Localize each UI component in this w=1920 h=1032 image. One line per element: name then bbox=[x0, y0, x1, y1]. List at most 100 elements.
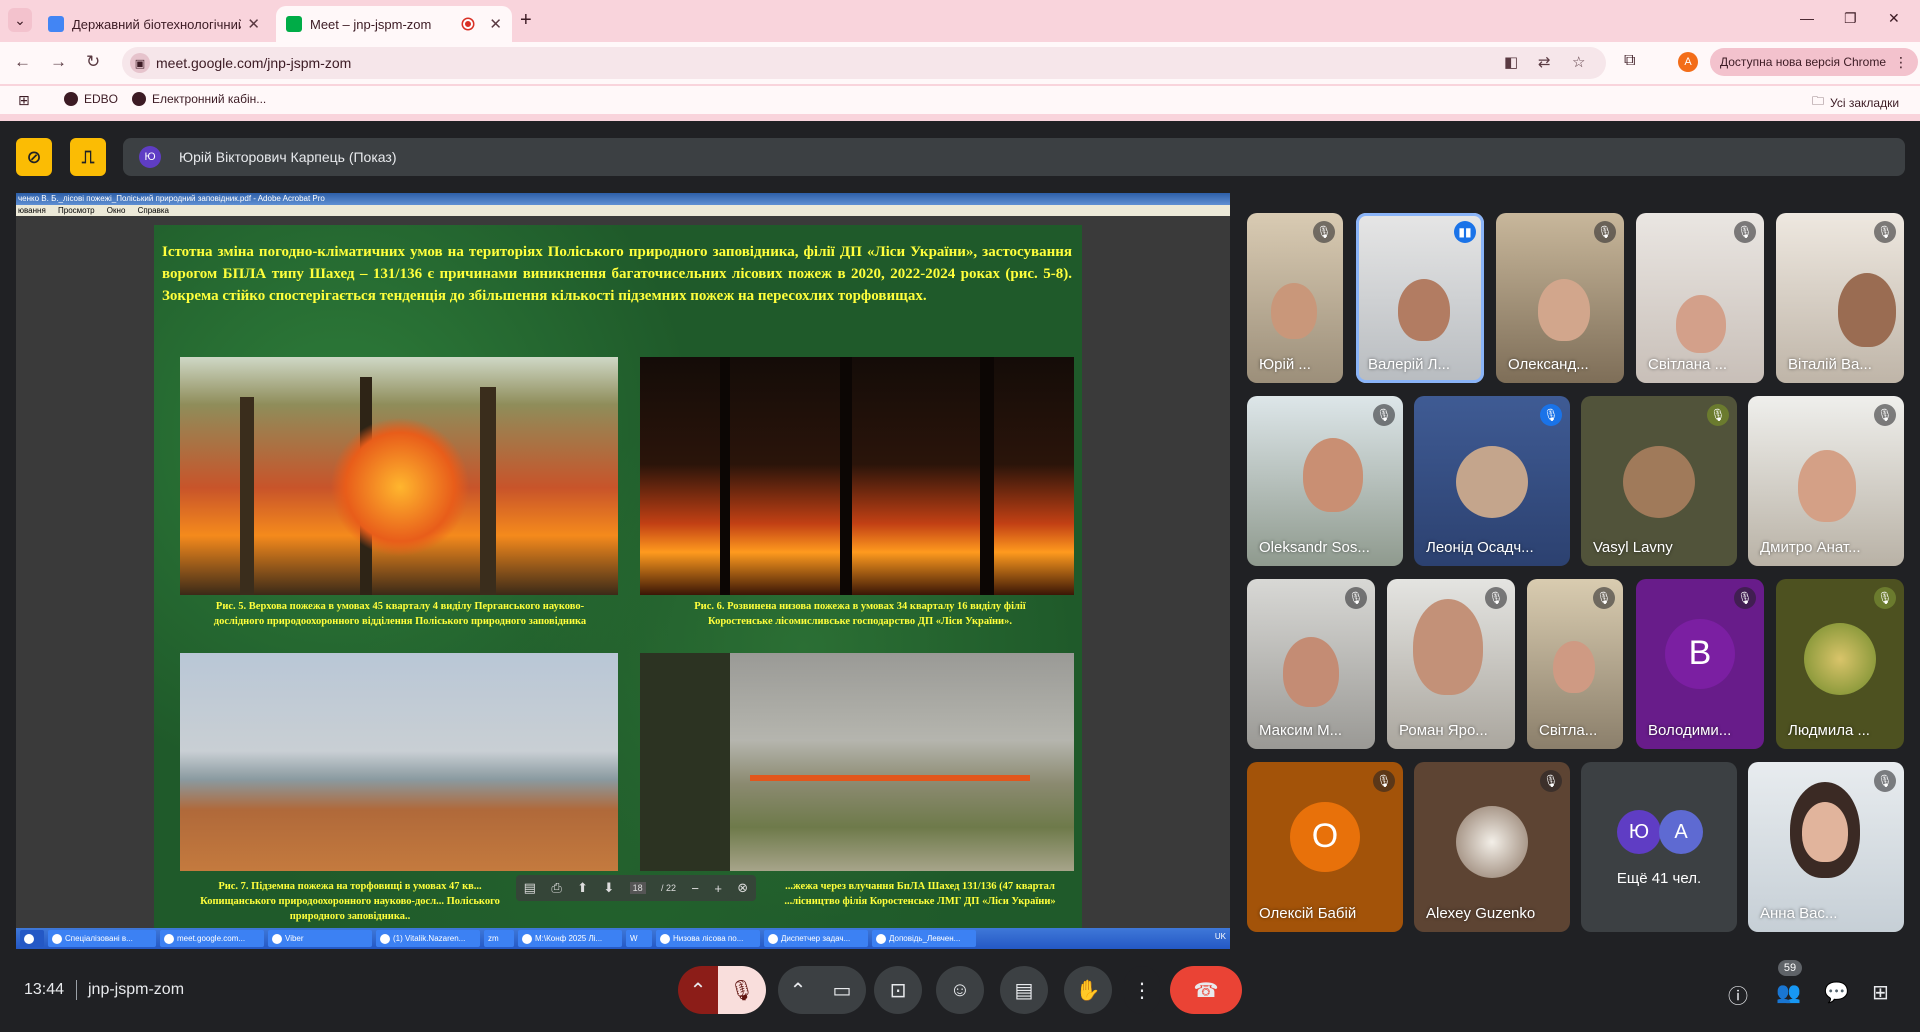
participant-tile[interactable]: В 🎙 Володими... bbox=[1636, 579, 1764, 749]
translate-icon[interactable]: ⇄ bbox=[1538, 53, 1551, 71]
present-button[interactable]: ⊡ bbox=[874, 966, 922, 1014]
close-tab-icon[interactable]: ✕ bbox=[247, 15, 260, 33]
participant-tile[interactable]: 🎙 Дмитро Анат... bbox=[1748, 396, 1904, 566]
save-icon[interactable]: ▤ bbox=[524, 880, 536, 896]
taskbar-label: Диспетчер задач... bbox=[781, 934, 851, 943]
tab-meet[interactable]: Meet – jnp-jspm-zom ✕ bbox=[276, 6, 512, 42]
taskbar-label: Спеціалізовані в... bbox=[65, 934, 133, 943]
meeting-code: jnp-jspm-zom bbox=[88, 981, 185, 998]
close-window-icon[interactable]: ✕ bbox=[1888, 10, 1900, 27]
meeting-info-icon[interactable]: ⓘ bbox=[1728, 980, 1748, 1009]
leave-call-button[interactable]: ☎ bbox=[1170, 966, 1242, 1014]
participant-avatar: Ю bbox=[1617, 810, 1661, 854]
raise-hand-button[interactable]: ✋ bbox=[1064, 966, 1112, 1014]
figure-caption: Рис. 7. Підземна пожежа на торфовищі в у… bbox=[200, 881, 500, 922]
meet-extension-icon[interactable]: ◧ bbox=[1504, 53, 1518, 71]
bookmark-edbo[interactable]: EDBO bbox=[64, 92, 118, 106]
update-chrome-button[interactable]: Доступна нова версія Chrome ⋮ bbox=[1710, 48, 1919, 76]
captions-button[interactable]: ▤ bbox=[1000, 966, 1048, 1014]
taskbar-item[interactable]: Viber bbox=[268, 930, 372, 947]
next-page-icon[interactable]: ⬇ bbox=[603, 880, 614, 896]
participant-tile[interactable]: 🎙 Леонід Осадч... bbox=[1414, 396, 1570, 566]
chevron-up-icon: ⌃ bbox=[689, 979, 707, 1002]
tab-title: Державний біотехнологічний bbox=[72, 16, 242, 32]
menu-dots-icon[interactable]: ⋮ bbox=[1894, 48, 1908, 76]
participant-tile[interactable]: 🎙 Віталій Ва... bbox=[1776, 213, 1904, 383]
participant-tile[interactable]: 🎙 Світла... bbox=[1527, 579, 1623, 749]
mic-off-icon: 🎙 bbox=[1593, 587, 1615, 609]
participant-tile[interactable]: 🎙 Роман Яро... bbox=[1387, 579, 1515, 749]
participant-tile[interactable]: 🎙 Олександ... bbox=[1496, 213, 1624, 383]
people-icon[interactable]: 👥 bbox=[1776, 980, 1801, 1005]
participant-name: Леонід Осадч... bbox=[1426, 539, 1534, 556]
participant-tile[interactable]: 🎙 Vasyl Lavny bbox=[1581, 396, 1737, 566]
forward-icon[interactable]: → bbox=[50, 52, 67, 72]
menu-item: Справка bbox=[137, 206, 170, 215]
mic-off-icon: 🎙 bbox=[1734, 221, 1756, 243]
tab-search-button[interactable]: ⌄ bbox=[8, 8, 32, 32]
start-icon[interactable] bbox=[20, 930, 44, 947]
taskbar-label: W bbox=[630, 934, 638, 943]
microphone-button[interactable]: 🎙 bbox=[718, 966, 766, 1014]
bookmark-star-icon[interactable]: ☆ bbox=[1572, 53, 1585, 71]
prev-page-icon[interactable]: ⬆ bbox=[577, 880, 588, 896]
close-tab-icon[interactable]: ✕ bbox=[489, 15, 502, 33]
taskbar-item[interactable]: meet.google.com... bbox=[160, 930, 264, 947]
mic-off-icon: 🎙 bbox=[1707, 404, 1729, 426]
print-icon[interactable]: ⎙ bbox=[551, 880, 561, 896]
taskbar-item[interactable]: Спеціалізовані в... bbox=[48, 930, 156, 947]
restore-icon[interactable]: ❐ bbox=[1844, 10, 1857, 27]
participant-tile[interactable]: 🎙 Людмила ... bbox=[1776, 579, 1904, 749]
apps-grid-icon[interactable]: ⊞ bbox=[18, 92, 30, 109]
page-number-input[interactable]: 18 bbox=[629, 882, 646, 894]
bookmark-label: EDBO bbox=[84, 92, 119, 106]
taskbar-item[interactable]: W bbox=[626, 930, 652, 947]
participant-avatar: О bbox=[1290, 801, 1360, 872]
taskbar-item[interactable]: Диспетчер задач... bbox=[764, 930, 868, 947]
profile-avatar[interactable]: A bbox=[1678, 52, 1698, 72]
all-bookmarks[interactable]: 🗀 Усі закладки bbox=[1812, 92, 1899, 113]
site-info-icon[interactable]: ▣ bbox=[130, 53, 150, 73]
close-controls-icon[interactable]: ⊗ bbox=[737, 880, 748, 896]
participant-tile[interactable]: 🎙 Максим М... bbox=[1247, 579, 1375, 749]
reload-icon[interactable]: ↻ bbox=[86, 52, 100, 72]
participant-tile[interactable]: 🎙 Анна Вас... bbox=[1748, 762, 1904, 932]
address-bar[interactable]: ▣ meet.google.com/jnp-jspm-zom ◧ ⇄ ☆ bbox=[122, 47, 1606, 79]
participant-tile[interactable]: 🎙 Oleksandr Sos... bbox=[1247, 396, 1403, 566]
participant-tile[interactable]: 🎙 Alexey Guzenko bbox=[1414, 762, 1570, 932]
tab-university[interactable]: Державний біотехнологічний ✕ bbox=[38, 6, 270, 42]
extensions-icon[interactable]: ⧉ bbox=[1624, 52, 1635, 70]
emoji-icon: ☺ bbox=[949, 978, 971, 1001]
zoom-in-icon[interactable]: + bbox=[714, 881, 722, 896]
participant-name: Людмила ... bbox=[1788, 722, 1870, 739]
new-tab-button[interactable]: + bbox=[520, 9, 532, 32]
reactions-button[interactable]: ☺ bbox=[936, 966, 984, 1014]
taskbar-item[interactable]: M:\Конф 2025 Лі... bbox=[518, 930, 622, 947]
participant-tile[interactable]: 🎙 Світлана ... bbox=[1636, 213, 1764, 383]
bookmark-cabinet[interactable]: Електронний кабін... bbox=[132, 92, 266, 106]
participant-tile[interactable]: ▮▮ Валерій Л... bbox=[1356, 213, 1484, 383]
stop-presenting-icon[interactable]: ⊘ bbox=[16, 138, 52, 176]
participant-name: Vasyl Lavny bbox=[1593, 539, 1673, 556]
participant-tile[interactable]: 🎙 Юрій ... bbox=[1247, 213, 1343, 383]
participant-name: Oleksandr Sos... bbox=[1259, 539, 1370, 556]
minimize-icon[interactable]: — bbox=[1800, 10, 1814, 26]
chat-icon[interactable]: 💬 bbox=[1824, 980, 1849, 1005]
camera-button[interactable]: ▭ bbox=[818, 966, 866, 1014]
taskbar-item[interactable]: zm bbox=[484, 930, 514, 947]
participant-name: Світла... bbox=[1539, 722, 1598, 739]
back-icon[interactable]: ← bbox=[14, 52, 31, 72]
presentation-layout-icon[interactable]: ⎍ bbox=[70, 138, 106, 176]
participant-tile[interactable]: О 🎙 Олексій Бабій bbox=[1247, 762, 1403, 932]
taskbar-item[interactable]: Низова лісова по... bbox=[656, 930, 760, 947]
more-options-button[interactable]: ⋮ bbox=[1124, 966, 1160, 1014]
audio-options-button[interactable]: ⌃ bbox=[678, 966, 718, 1014]
zoom-out-icon[interactable]: − bbox=[691, 881, 699, 896]
more-participants-tile[interactable]: Ю А Ещё 41 чел. bbox=[1581, 762, 1737, 932]
taskbar-item[interactable]: Доповідь_Левчен... bbox=[872, 930, 976, 947]
photo-crown-fire bbox=[180, 357, 618, 595]
menu-item: Окно bbox=[106, 206, 126, 215]
video-options-button[interactable]: ⌃ bbox=[778, 966, 818, 1014]
activities-icon[interactable]: ⊞ bbox=[1872, 980, 1889, 1005]
taskbar-item[interactable]: (1) Vitalik.Nazaren... bbox=[376, 930, 480, 947]
